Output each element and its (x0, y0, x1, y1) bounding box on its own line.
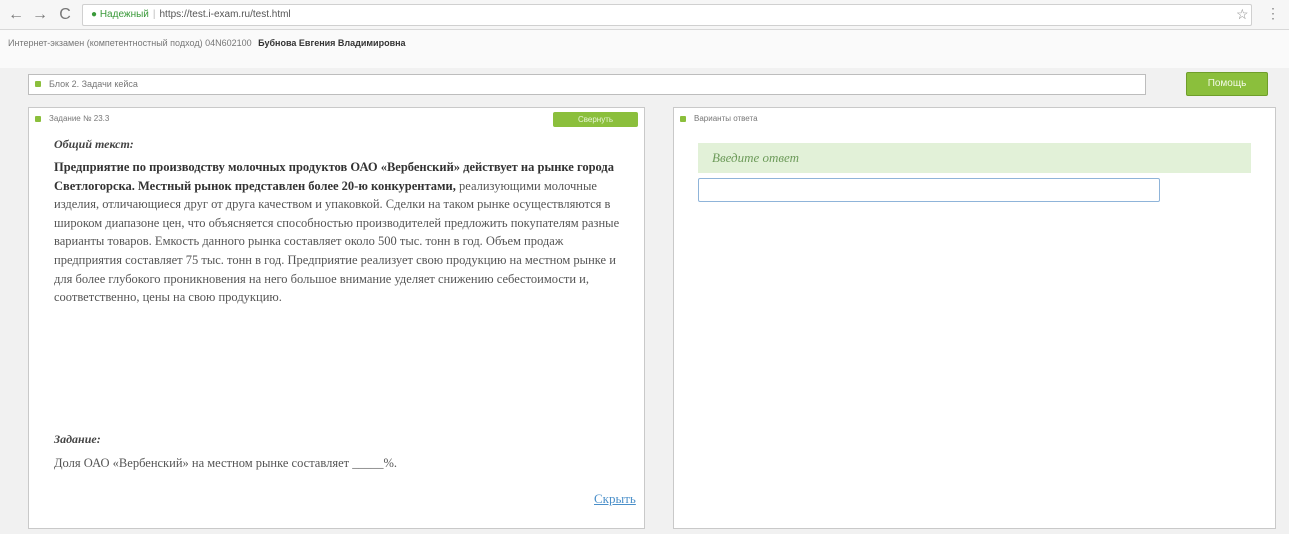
back-icon[interactable]: ← (6, 5, 26, 25)
task-text: Доля ОАО «Вербенский» на местном рынке с… (54, 456, 397, 470)
collapse-task-button[interactable]: Свернуть (553, 112, 638, 127)
page-header: Интернет-экзамен (компетентностный подхо… (0, 30, 1289, 68)
green-marker-icon (35, 81, 41, 87)
block-label: Блок 2. Задачи кейса (49, 79, 138, 89)
exam-name: Интернет-экзамен (компетентностный подхо… (8, 38, 252, 48)
exam-title: Интернет-экзамен (компетентностный подхо… (8, 38, 406, 48)
common-text: Общий текст: Предприятие по производству… (54, 137, 624, 307)
forward-icon[interactable]: → (30, 5, 50, 25)
task-heading: Задание: (54, 432, 101, 446)
hide-text-link[interactable]: Скрыть (594, 491, 636, 507)
help-button[interactable]: Помощь (1186, 72, 1268, 96)
common-text-rest: реализующими молочные изделия, отличающи… (54, 178, 620, 305)
answer-input[interactable] (698, 178, 1160, 202)
secure-label: Надежный (99, 9, 149, 20)
common-text-heading: Общий текст: (54, 137, 134, 151)
url-text: https://test.i-exam.ru/test.html (159, 9, 291, 20)
answer-hint: Введите ответ (698, 143, 1251, 173)
answer-panel-title: Варианты ответа (694, 114, 758, 123)
bookmark-star-icon[interactable]: ☆ (1236, 6, 1249, 23)
task-number: Задание № 23.3 (49, 114, 110, 123)
url-separator: | (152, 9, 156, 20)
browser-menu-icon[interactable]: ⋮ (1266, 5, 1280, 22)
reload-icon[interactable]: C (55, 5, 75, 25)
browser-toolbar: ← → C ● Надежный | https://test.i-exam.ru/… (0, 0, 1289, 30)
green-marker-icon (35, 116, 41, 122)
green-marker-icon (680, 116, 686, 122)
task-panel: Задание № 23.3 Свернуть Общий текст: Пре… (28, 107, 645, 529)
lock-icon: ● (91, 9, 98, 20)
block-title-bar: Блок 2. Задачи кейса (28, 74, 1146, 95)
address-bar[interactable]: ● Надежный | https://test.i-exam.ru/test.h… (82, 4, 1252, 26)
common-text-body: Предприятие по производству молочных про… (54, 158, 624, 307)
student-name: Бубнова Евгения Владимировна (258, 38, 406, 48)
